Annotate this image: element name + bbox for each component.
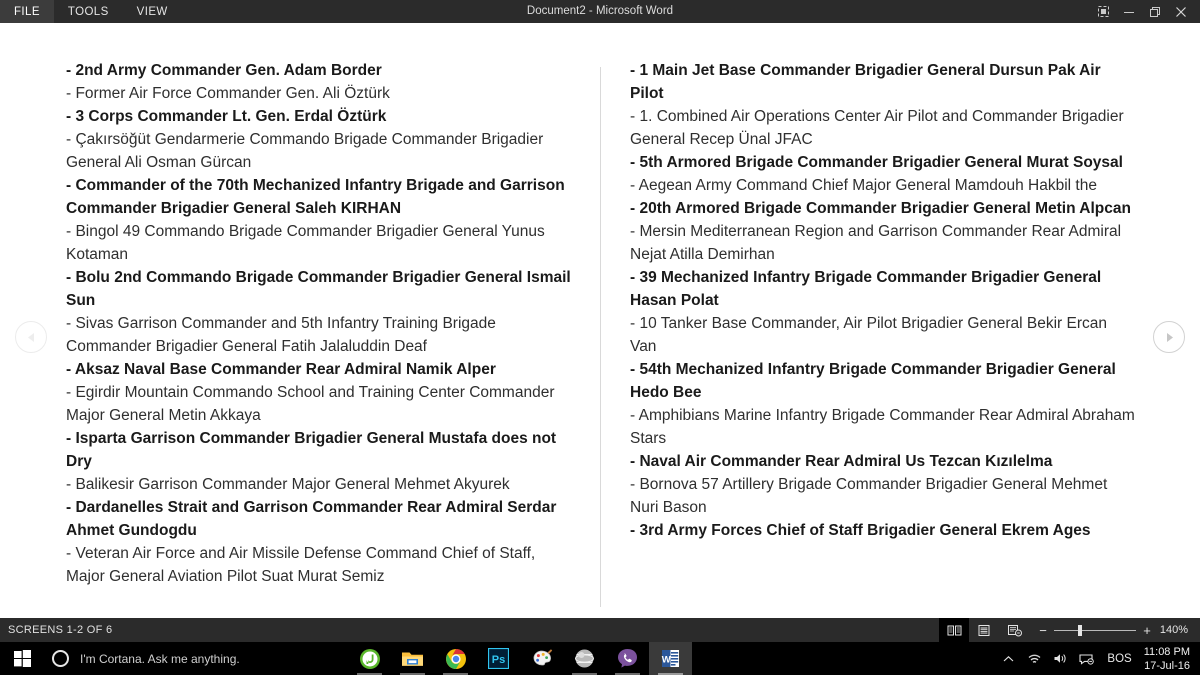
document-paragraph: - Çakırsöğüt Gendarmerie Commando Brigad… [66,131,544,171]
start-button-icon[interactable] [0,642,44,675]
taskbar-icon-sphere-app[interactable] [563,642,606,675]
zoom-slider-thumb[interactable] [1078,624,1082,636]
document-paragraph: - Amphibians Marine Infantry Brigade Com… [630,407,1135,447]
document-paragraph: - 3rd Army Forces Chief of Staff Brigadi… [630,522,1091,539]
status-bar: SCREENS 1-2 OF 6 − + 140% [0,618,1200,642]
taskbar-icon-file-explorer[interactable] [391,642,434,675]
volume-icon[interactable] [1047,642,1073,675]
document-paragraph: - Bingol 49 Commando Brigade Commander B… [66,223,545,263]
svg-text:W: W [662,655,671,666]
minimize-icon[interactable] [1116,0,1142,23]
print-layout-icon[interactable] [969,618,999,642]
restore-icon[interactable] [1142,0,1168,23]
taskbar: I'm Cortana. Ask me anything. Ps W BOS 1… [0,642,1200,675]
document-paragraph: - 2nd Army Commander Gen. Adam Border [66,62,382,79]
document-paragraph: - Sivas Garrison Commander and 5th Infan… [66,315,496,355]
document-paragraph: - Egirdir Mountain Commando School and T… [66,384,555,424]
taskbar-icon-microsoft-word[interactable]: W [649,642,692,675]
action-center-icon[interactable] [1073,642,1099,675]
clock-time: 11:08 PM [1143,645,1190,658]
title-bar: FILE TOOLS VIEW Document2 - Microsoft Wo… [0,0,1200,23]
status-bar-right: − + 140% [939,618,1200,642]
taskbar-icon-utorrent[interactable] [348,642,391,675]
cortana-placeholder: I'm Cortana. Ask me anything. [80,651,240,666]
zoom-out-button[interactable]: − [1039,624,1047,637]
window-controls [1090,0,1200,23]
zoom-in-button[interactable]: + [1143,624,1151,637]
show-hidden-icons-chevron-up-icon[interactable] [995,642,1021,675]
taskbar-app-icons: Ps W [348,642,692,675]
next-screen-arrow-icon[interactable] [1153,321,1185,353]
menu-tab-tools[interactable]: TOOLS [54,0,123,23]
svg-text:Ps: Ps [492,654,505,666]
zoom-control[interactable]: − + 140% [1029,624,1200,637]
close-icon[interactable] [1168,0,1194,23]
taskbar-icon-google-chrome[interactable] [434,642,477,675]
document-reading-area: - 2nd Army Commander Gen. Adam Border - … [0,23,1200,618]
document-paragraph: - Commander of the 70th Mechanized Infan… [66,177,565,217]
document-paragraph: - 3 Corps Commander Lt. Gen. Erdal Öztür… [66,108,387,125]
document-paragraph: - 1 Main Jet Base Commander Brigadier Ge… [630,62,1101,102]
document-paragraph: - Bolu 2nd Commando Brigade Commander Br… [66,269,571,309]
system-tray: BOS 11:08 PM 17-Jul-16 [995,642,1200,675]
zoom-percentage[interactable]: 140% [1158,624,1192,636]
menu-tab-file[interactable]: FILE [0,0,54,23]
document-paragraph: - Mersin Mediterranean Region and Garris… [630,223,1122,263]
clock[interactable]: 11:08 PM 17-Jul-16 [1140,645,1200,673]
document-paragraph: - 10 Tanker Base Commander, Air Pilot Br… [630,315,1107,355]
document-paragraph: - 54th Mechanized Infantry Brigade Comma… [630,361,1116,401]
document-paragraph: - Bornova 57 Artillery Brigade Commander… [630,476,1108,516]
taskbar-icon-viber[interactable] [606,642,649,675]
wifi-icon[interactable] [1021,642,1047,675]
document-paragraph: - 20th Armored Brigade Commander Brigadi… [630,200,1131,217]
screens-indicator: SCREENS 1-2 OF 6 [8,624,113,636]
ribbon-display-options-icon[interactable] [1090,0,1116,23]
language-indicator[interactable]: BOS [1099,653,1139,665]
document-paragraph: - Aksaz Naval Base Commander Rear Admira… [66,361,496,378]
taskbar-icon-photoshop[interactable]: Ps [477,642,520,675]
document-paragraph: - 1. Combined Air Operations Center Air … [630,108,1124,148]
cortana-search-box[interactable]: I'm Cortana. Ask me anything. [44,642,344,675]
document-paragraph: - Aegean Army Command Chief Major Genera… [630,177,1097,194]
previous-screen-arrow-icon[interactable] [15,321,47,353]
document-paragraph: - Isparta Garrison Commander Brigadier G… [66,430,557,470]
web-layout-icon[interactable] [999,618,1029,642]
menu-tab-view[interactable]: VIEW [123,0,182,23]
zoom-slider[interactable] [1054,624,1136,636]
document-paragraph: - Veteran Air Force and Air Missile Defe… [66,545,536,585]
document-paragraph: - Former Air Force Commander Gen. Ali Öz… [66,85,390,102]
taskbar-icon-paint[interactable] [520,642,563,675]
document-paragraph: - Balikesir Garrison Commander Major Gen… [66,476,510,493]
clock-date: 17-Jul-16 [1144,659,1190,672]
document-paragraph: - Dardanelles Strait and Garrison Comman… [66,499,557,539]
read-mode-icon[interactable] [939,618,969,642]
document-paragraph: - Naval Air Commander Rear Admiral Us Te… [630,453,1053,470]
column-divider [600,67,601,607]
document-column-left: - 2nd Army Commander Gen. Adam Border - … [66,59,571,588]
cortana-icon [52,650,69,667]
document-paragraph: - 39 Mechanized Infantry Brigade Command… [630,269,1102,309]
document-paragraph: - 5th Armored Brigade Commander Brigadie… [630,154,1123,171]
document-column-right: - 1 Main Jet Base Commander Brigadier Ge… [630,59,1135,542]
